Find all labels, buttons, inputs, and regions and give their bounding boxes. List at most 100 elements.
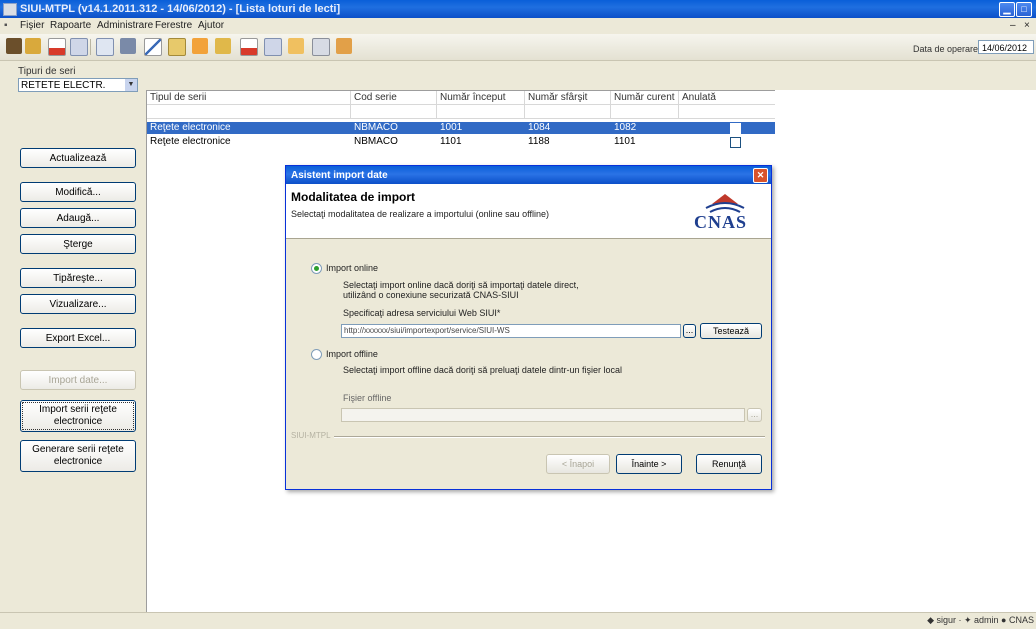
service-url-input[interactable]: http://xxxxxx/siui/importexport/service/… [341,324,681,338]
delete-button[interactable]: Şterge [20,234,136,254]
upload-icon[interactable] [336,38,352,54]
cell-type: Reţete electronice [150,136,231,147]
online-radio[interactable] [311,263,322,274]
file-browse-button[interactable]: ... [747,408,762,422]
cell-start: 1101 [440,136,462,147]
cnas-logo-text: CNAS [694,212,748,232]
refresh-button[interactable]: Actualizează [20,148,136,168]
offline-desc: Selectaţi import offline dacă doriţi să … [343,365,622,375]
print-icon[interactable] [120,38,136,54]
toolbar: Data de operare 14/06/2012 [0,34,1036,61]
mdi-icon: ▪ [4,20,8,31]
window-title: SIUI-MTPL (v14.1.2011.312 - 14/06/2012) … [20,3,341,15]
menu-reports[interactable]: Rapoarte [50,20,91,31]
cell-end: 1084 [528,122,551,133]
filter-cell[interactable] [525,105,611,119]
status-bar: ◆ sigur · ✦ admin ● CNAS [0,612,1036,629]
column-header[interactable]: Număr sfârşit [525,91,611,105]
dialog-heading: Modalitatea de import [291,190,416,204]
dialog-titlebar: Asistent import date ✕ [286,166,771,184]
footer-label: SIUI-MTPL [291,431,331,440]
status-text: ◆ sigur · ✦ admin ● CNAS [927,615,1034,625]
series-type-value: RETETE ELECTR. [21,80,106,91]
offline-file-input[interactable] [341,408,745,422]
refresh-icon[interactable] [70,38,88,56]
test-button[interactable]: Testează [700,323,762,339]
view-icon[interactable] [264,38,282,56]
chevron-down-icon[interactable]: ▼ [125,79,137,91]
modify-button[interactable]: Modifică... [20,182,136,202]
service-address-label: Specificaţi adresa serviciului Web SIUI* [343,308,501,318]
download-icon[interactable] [288,38,304,54]
mdi-close-icon[interactable]: × [1024,20,1030,31]
cell-code: NBMACO [354,122,398,133]
view-button[interactable]: Vizualizare... [20,294,136,314]
document-icon[interactable] [96,38,114,56]
cancelled-checkbox[interactable] [730,123,741,134]
dialog-header: Modalitatea de import Selectaţi modalita… [286,184,771,239]
cell-code: NBMACO [354,136,398,147]
menu-file[interactable]: Fişier [20,20,44,31]
column-header[interactable]: Anulată [679,91,777,105]
menu-windows[interactable]: Ferestre [155,20,192,31]
dialog-title: Asistent import date [291,170,388,181]
generate-series-button[interactable]: Generare serii reţete electronice [20,440,136,472]
series-type-label: Tipuri de seri [18,66,76,77]
edit-icon[interactable] [144,38,162,56]
cancel-button[interactable]: Renunţă [696,454,762,474]
import-data-button[interactable]: Import date... [20,370,136,390]
offline-label[interactable]: Import offline [326,349,378,359]
series-type-combo[interactable]: RETETE ELECTR. ▼ [18,78,138,92]
filter-cell[interactable] [437,105,525,119]
print-button[interactable]: Tipăreşte... [20,268,136,288]
cell-current: 1101 [614,136,636,147]
column-header[interactable]: Număr curent [611,91,679,105]
footer-divider [334,436,765,438]
back-button[interactable]: < Înapoi [546,454,610,474]
filter-cell[interactable] [679,105,777,119]
folder-icon[interactable] [25,38,41,54]
cell-start: 1001 [440,122,463,133]
column-header[interactable]: Număr început [437,91,525,105]
filter-cell[interactable] [351,105,437,119]
mdi-minimize-icon[interactable]: – [1010,20,1016,31]
import-icon[interactable] [192,38,208,54]
workspace-area [775,90,1036,612]
dialog-subheading: Selectaţi modalitatea de realizare a imp… [291,209,549,219]
filter-cell[interactable] [147,105,351,119]
clipboard-icon[interactable] [312,38,330,56]
pdf-icon[interactable] [48,38,66,56]
open-icon[interactable] [6,38,22,54]
menu-help[interactable]: Ajutor [198,20,224,31]
cancelled-checkbox[interactable] [730,137,741,148]
maximize-button[interactable]: □ [1016,2,1032,17]
url-browse-button[interactable]: ... [683,324,696,338]
cell-type: Reţete electronice [150,122,231,133]
import-wizard-dialog: Asistent import date ✕ Modalitatea de im… [285,165,772,490]
table-row[interactable]: Reţete electronice NBMACO 1001 1084 1082 [147,122,777,134]
import-series-button[interactable]: Import serii reţete electronice [20,400,136,432]
column-header[interactable]: Tipul de serii [147,91,351,105]
online-desc-1: Selectaţi import online dacă doriţi să i… [343,280,579,290]
close-icon[interactable]: ✕ [753,168,768,183]
add-icon[interactable] [168,38,186,56]
filter-cell[interactable] [611,105,679,119]
minimize-button[interactable]: ▁ [999,2,1015,17]
left-panel: Tipuri de seri RETETE ELECTR. ▼ Actualiz… [14,64,142,614]
online-label[interactable]: Import online [326,263,378,273]
export-excel-button[interactable]: Export Excel... [20,328,136,348]
report-icon[interactable] [240,38,258,56]
add-button[interactable]: Adaugă... [20,208,136,228]
column-header[interactable]: Cod serie [351,91,437,105]
export-icon[interactable] [215,38,231,54]
next-button[interactable]: Înainte > [616,454,682,474]
table-row[interactable]: Reţete electronice NBMACO 1101 1188 1101 [147,136,777,148]
cnas-logo: CNAS [692,188,758,232]
cell-current: 1082 [614,122,637,133]
online-desc-2: utilizând o conexiune securizată CNAS-SI… [343,290,519,300]
menu-bar: ▪ Fişier Rapoarte Administrare Ferestre … [0,18,1036,34]
offline-radio[interactable] [311,349,322,360]
cell-end: 1188 [528,136,550,147]
operation-date-field[interactable]: 14/06/2012 [978,40,1034,54]
menu-admin[interactable]: Administrare [97,20,153,31]
